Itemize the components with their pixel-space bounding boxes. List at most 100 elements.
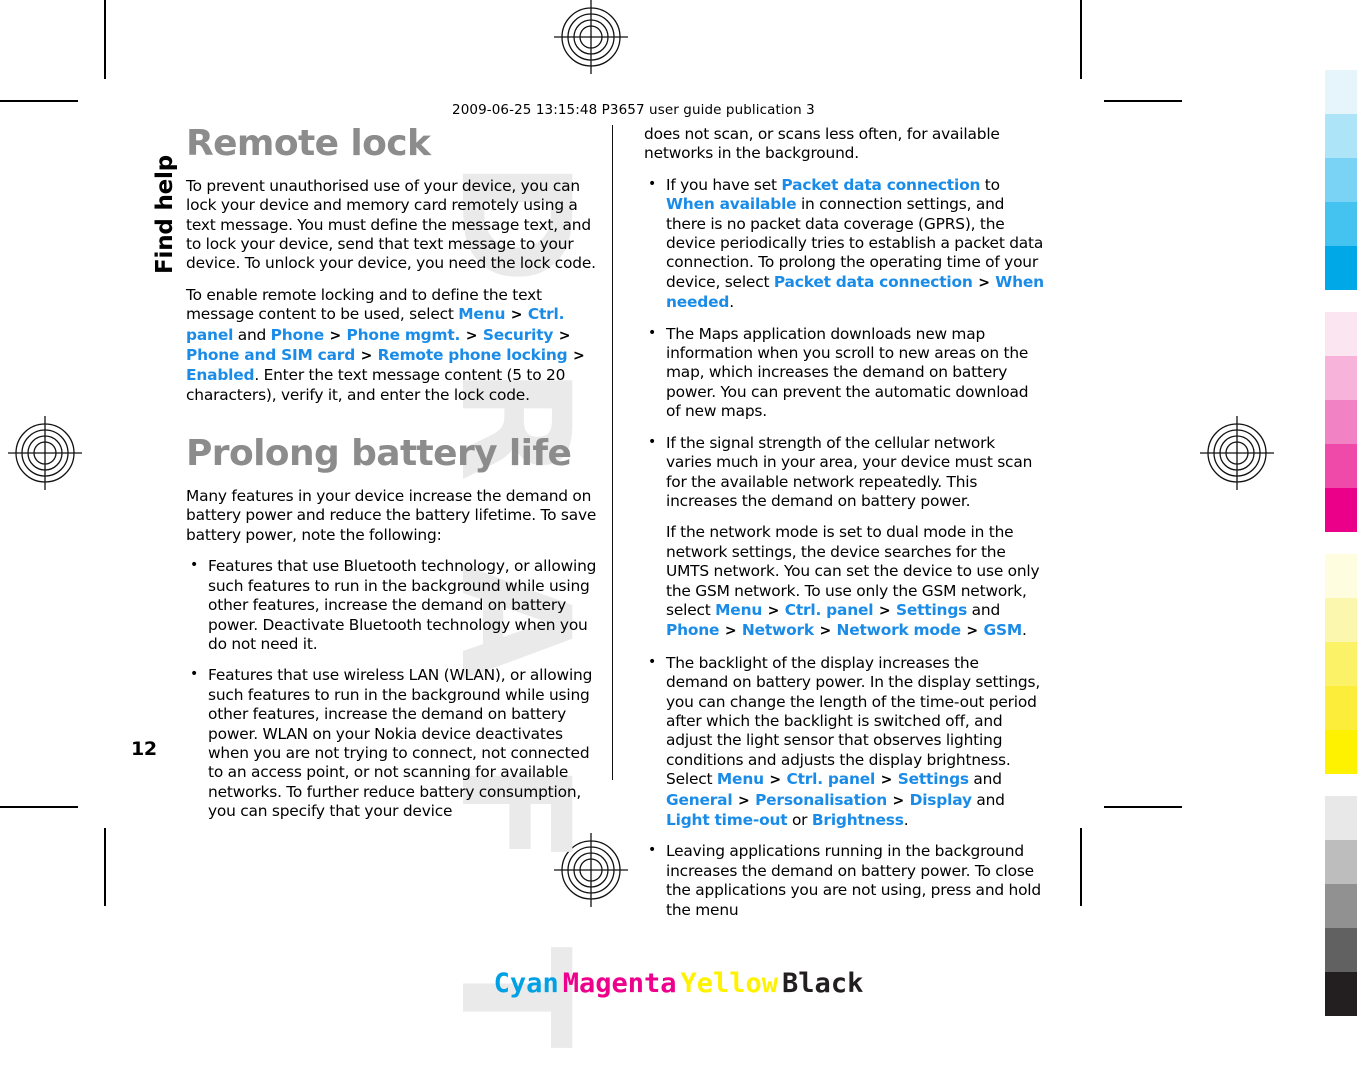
slug-line: 2009-06-25 13:15:48 P3657 user guide pub…	[452, 102, 815, 118]
color-strip-swatch	[1325, 246, 1357, 290]
color-strip-gap	[1325, 532, 1357, 554]
separator-gt: >	[892, 792, 905, 809]
registration-mark-top	[554, 0, 628, 74]
color-strip-swatch	[1325, 598, 1357, 642]
registration-mark-right	[1200, 416, 1274, 490]
color-strip-swatch	[1325, 796, 1357, 840]
separator-gt: >	[558, 327, 571, 344]
text-run: .	[903, 811, 909, 829]
color-strip-swatch	[1325, 730, 1357, 774]
heading-prolong-battery-life: Prolong battery life	[186, 433, 572, 475]
text-run: and	[967, 600, 1001, 619]
crop-mark-top-left-horizontal	[0, 100, 78, 102]
chapter-tab-label: Find help	[152, 155, 178, 274]
color-control-strip	[1325, 70, 1357, 1016]
color-strip-swatch	[1325, 928, 1357, 972]
list-item: The Maps application downloads new map i…	[644, 324, 1044, 422]
list-item-text: If you have set Packet data connection t…	[666, 176, 1044, 313]
nav-network: Network	[741, 621, 814, 640]
separator-gt: >	[724, 623, 737, 640]
crop-mark-top-left-vertical	[104, 0, 106, 79]
battery-tips-list-right: If you have set Packet data connection t…	[644, 175, 1044, 920]
cmyk-magenta-label: Magenta	[562, 968, 677, 999]
color-strip-gap	[1325, 290, 1357, 312]
paragraph-continuation: does not scan, or scans less often, for …	[644, 125, 1000, 163]
chapter-tab: Find help	[122, 122, 178, 282]
color-strip-swatch	[1325, 70, 1357, 114]
nav-display: Display	[909, 790, 972, 809]
nav-ctrl-panel: Ctrl. panel	[784, 600, 874, 619]
nav-phone-and-sim-card: Phone and SIM card	[186, 346, 356, 365]
separator-gt: >	[966, 623, 978, 640]
color-strip-swatch	[1325, 884, 1357, 928]
list-item: Features that use wireless LAN (WLAN), o…	[186, 665, 598, 821]
nav-packet-data-connection-2: Packet data connection	[773, 272, 973, 291]
list-item: Features that use Bluetooth technology, …	[186, 556, 598, 654]
separator-gt: >	[360, 348, 373, 365]
list-item-text: The backlight of the display increases t…	[666, 654, 1044, 831]
list-item-text: Leaving applications running in the back…	[666, 842, 1041, 919]
text-run: .	[1022, 621, 1027, 640]
cmyk-yellow-label: Yellow	[680, 968, 779, 999]
cmyk-footer: Cyan Magenta Yellow Black	[0, 968, 1357, 999]
separator-gt: >	[878, 602, 891, 619]
separator-gt: >	[819, 623, 832, 640]
nav-network-mode: Network mode	[836, 621, 962, 640]
nav-enabled: Enabled	[186, 366, 255, 385]
nav-security: Security	[482, 325, 554, 344]
text-run: .	[729, 293, 734, 312]
paragraph-battery-intro: Many features in your device increase th…	[186, 487, 597, 544]
nav-when-available: When available	[666, 195, 797, 214]
cmyk-cyan-label: Cyan	[493, 968, 559, 999]
text-run: or	[787, 811, 812, 829]
separator-gt: >	[510, 307, 523, 324]
list-item-text: If the signal strength of the cellular n…	[666, 433, 1033, 510]
color-strip-swatch	[1325, 642, 1357, 686]
nav-menu: Menu	[715, 600, 763, 619]
list-item: Leaving applications running in the back…	[644, 841, 1044, 920]
crop-mark-bottom-right-horizontal	[1104, 806, 1182, 808]
color-strip-swatch	[1325, 400, 1357, 444]
nav-phone: Phone	[666, 621, 720, 640]
crop-mark-top-right-vertical	[1080, 0, 1082, 79]
heading-remote-lock: Remote lock	[186, 123, 431, 164]
color-strip-swatch	[1325, 158, 1357, 202]
list-item: If you have set Packet data connection t…	[644, 175, 1044, 313]
nav-settings: Settings	[895, 600, 968, 619]
nav-settings: Settings	[897, 770, 969, 789]
nav-personalisation: Personalisation	[755, 790, 888, 809]
color-strip-gap	[1325, 774, 1357, 796]
column-divider	[612, 125, 613, 780]
paragraph-remote-lock-steps: To enable remote locking and to define t…	[186, 286, 598, 405]
nav-menu: Menu	[716, 770, 764, 789]
separator-gt: >	[737, 792, 750, 809]
list-item: The backlight of the display increases t…	[644, 653, 1044, 831]
registration-mark-left	[8, 416, 82, 490]
color-strip-swatch	[1325, 840, 1357, 884]
separator-gt: >	[769, 772, 781, 789]
list-item-text: The Maps application downloads new map i…	[666, 324, 1029, 421]
nav-remote-phone-locking: Remote phone locking	[377, 346, 568, 365]
nav-gsm: GSM	[983, 621, 1023, 640]
list-item-text: If the network mode is set to dual mode …	[666, 523, 1044, 641]
registration-mark-bottom	[554, 833, 628, 907]
text-run: and	[971, 790, 1005, 809]
separator-gt: >	[767, 602, 780, 619]
separator-gt: >	[329, 327, 342, 344]
crop-mark-bottom-right-vertical	[1080, 828, 1082, 906]
nav-light-time-out: Light time-out	[666, 811, 788, 829]
separator-gt: >	[880, 772, 893, 789]
text-run: to	[980, 175, 1000, 194]
crop-mark-top-right-horizontal	[1104, 100, 1182, 102]
nav-menu: Menu	[458, 305, 506, 324]
color-strip-swatch	[1325, 114, 1357, 158]
separator-gt: >	[465, 327, 478, 344]
nav-phone-mgmt: Phone mgmt.	[346, 325, 461, 344]
nav-brightness: Brightness	[811, 811, 904, 829]
separator-gt: >	[978, 274, 990, 291]
text-run: If you have set	[666, 175, 782, 194]
battery-tips-list-left: Features that use Bluetooth technology, …	[186, 556, 598, 821]
text-run: and	[968, 770, 1002, 789]
color-strip-swatch	[1325, 686, 1357, 730]
text-run: The backlight of the display increases t…	[666, 653, 1041, 789]
